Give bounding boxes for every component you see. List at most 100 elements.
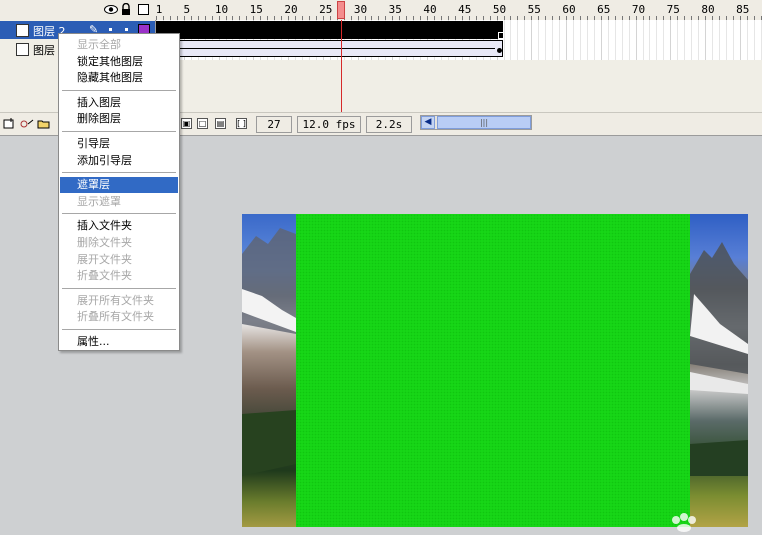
ruler-label: 5 <box>183 3 191 16</box>
menu-item: 删除文件夹 <box>77 236 132 249</box>
menu-item: 展开文件夹 <box>77 252 132 266</box>
ruler-label: 15 <box>249 3 263 16</box>
menu-item[interactable]: 插入文件夹 <box>60 218 178 234</box>
playhead[interactable] <box>337 1 345 19</box>
menu-item[interactable]: 添加引导层 <box>60 153 178 169</box>
menu-item: 显示遮罩 <box>77 194 121 208</box>
frame-cell-divider <box>753 20 755 60</box>
mountain-photo-right <box>690 214 748 527</box>
frame-span-layer-1[interactable] <box>156 40 503 57</box>
ruler-label: 65 <box>597 3 611 16</box>
frame-cell-divider <box>739 20 741 60</box>
frame-cell-divider <box>663 20 665 60</box>
ruler-label: 70 <box>631 3 646 16</box>
ruler-label: 35 <box>388 3 402 16</box>
frame-cell-divider <box>746 20 748 60</box>
onion-skin-outline-icon[interactable]: □ <box>197 118 208 129</box>
menu-item[interactable]: 隐藏其他图层 <box>60 70 178 86</box>
frame-cell-divider <box>517 20 519 60</box>
scroll-left-button[interactable]: ◀ <box>421 116 435 129</box>
menu-item: 折叠文件夹 <box>77 269 132 283</box>
ruler-label: 1 <box>155 3 163 16</box>
frame-cell-divider <box>614 20 616 60</box>
frame-cell-divider <box>531 20 533 60</box>
stage[interactable] <box>242 214 748 527</box>
menu-item[interactable]: 删除图层 <box>60 111 178 127</box>
frame-cell-divider <box>600 20 602 60</box>
elapsed-time-field: 2.2s <box>366 116 412 133</box>
frame-cell-divider <box>705 20 707 60</box>
menu-separator <box>62 131 176 132</box>
lock-dot[interactable] <box>125 28 128 31</box>
lock-icon[interactable] <box>121 2 131 15</box>
frame-cell-divider <box>510 20 512 60</box>
frame-cell-divider <box>725 20 727 60</box>
frame-cell-divider <box>760 20 762 60</box>
menu-separator <box>62 213 176 215</box>
add-guide-layer-icon[interactable] <box>20 118 34 129</box>
current-frame-field[interactable]: 27 <box>256 116 292 133</box>
layer-icon <box>16 43 29 56</box>
ruler-label: 40 <box>423 3 437 16</box>
ruler-label: 50 <box>492 3 507 16</box>
add-layer-icon[interactable] <box>3 118 15 129</box>
ruler-label: 55 <box>527 3 541 16</box>
frame-cell-divider <box>538 20 540 60</box>
mountain-photo-left <box>242 214 296 527</box>
frame-cell-divider <box>628 20 630 60</box>
menu-item: 显示全部 <box>77 38 121 51</box>
end-keyframe <box>498 32 504 39</box>
visibility-dot[interactable] <box>109 28 112 31</box>
menu-separator <box>62 287 176 289</box>
outline-icon[interactable] <box>138 4 149 15</box>
frame-cell-divider <box>621 20 623 60</box>
frame-cell-divider <box>656 20 658 60</box>
frame-cell-divider <box>579 20 581 60</box>
ruler-label: 45 <box>458 3 472 16</box>
frame-cell-divider <box>718 20 720 60</box>
ruler-label: 30 <box>353 3 368 16</box>
frame-cell-divider <box>607 20 609 60</box>
menu-item[interactable]: 插入图层 <box>60 95 178 111</box>
frame-cell-divider <box>712 20 713 60</box>
layer-context-menu: 显示全部锁定其他图层 隐藏其他图层 插入图层 删除图层引导层 添加引导层遮罩层 显示遮罩插… <box>58 33 180 351</box>
frame-cell-divider <box>566 20 568 60</box>
frame-cell-divider <box>649 20 651 60</box>
frame-cell-divider <box>545 20 547 60</box>
frame-cell-divider <box>684 20 686 60</box>
menu-item: 折叠所有文件夹 <box>77 310 154 324</box>
scroll-thumb[interactable]: ||| <box>437 116 531 129</box>
frame-rate-field[interactable]: 12.0 fps <box>297 116 361 133</box>
mask-rectangle[interactable] <box>296 214 690 527</box>
frame-cell-divider <box>732 20 734 60</box>
eye-icon[interactable] <box>104 4 118 14</box>
frame-cell-divider <box>559 20 561 60</box>
frame-span-layer-2[interactable] <box>156 21 504 39</box>
frame-cell-divider <box>573 20 574 60</box>
menu-separator <box>62 172 176 174</box>
menu-separator <box>62 89 176 91</box>
frame-ruler[interactable]: 1 5 10 15 20 25 30 35 40 45 50 55 60 65 70 75 80 85 <box>156 0 762 20</box>
add-folder-icon[interactable] <box>37 118 51 129</box>
menu-item[interactable]: 遮罩层 <box>60 177 178 194</box>
menu-item[interactable]: 引导层 <box>60 136 178 152</box>
menu-item[interactable]: 锁定其他图层 <box>60 54 178 70</box>
ruler-label: 20 <box>284 3 298 16</box>
modify-onion-markers-icon[interactable]: [ ] <box>236 118 247 129</box>
frame-cell-divider <box>586 20 588 60</box>
menu-item: 展开所有文件夹 <box>77 293 154 307</box>
menu-item[interactable]: 属性... <box>60 334 178 350</box>
frame-cell-divider <box>503 20 505 60</box>
end-keyframe <box>497 48 502 53</box>
layer-icon <box>16 24 29 37</box>
edit-multiple-frames-icon[interactable]: ▤ <box>215 118 226 129</box>
onion-skin-icon[interactable]: ▣ <box>181 118 192 129</box>
frame-cell-divider <box>635 20 637 60</box>
ruler-label: 10 <box>214 3 229 16</box>
tween-arrow <box>159 48 495 49</box>
frame-cell-divider <box>691 20 693 60</box>
ruler-label: 75 <box>666 3 680 16</box>
frame-cell-divider <box>552 20 554 60</box>
menu-separator <box>62 329 176 330</box>
frame-cell-divider <box>524 20 526 60</box>
